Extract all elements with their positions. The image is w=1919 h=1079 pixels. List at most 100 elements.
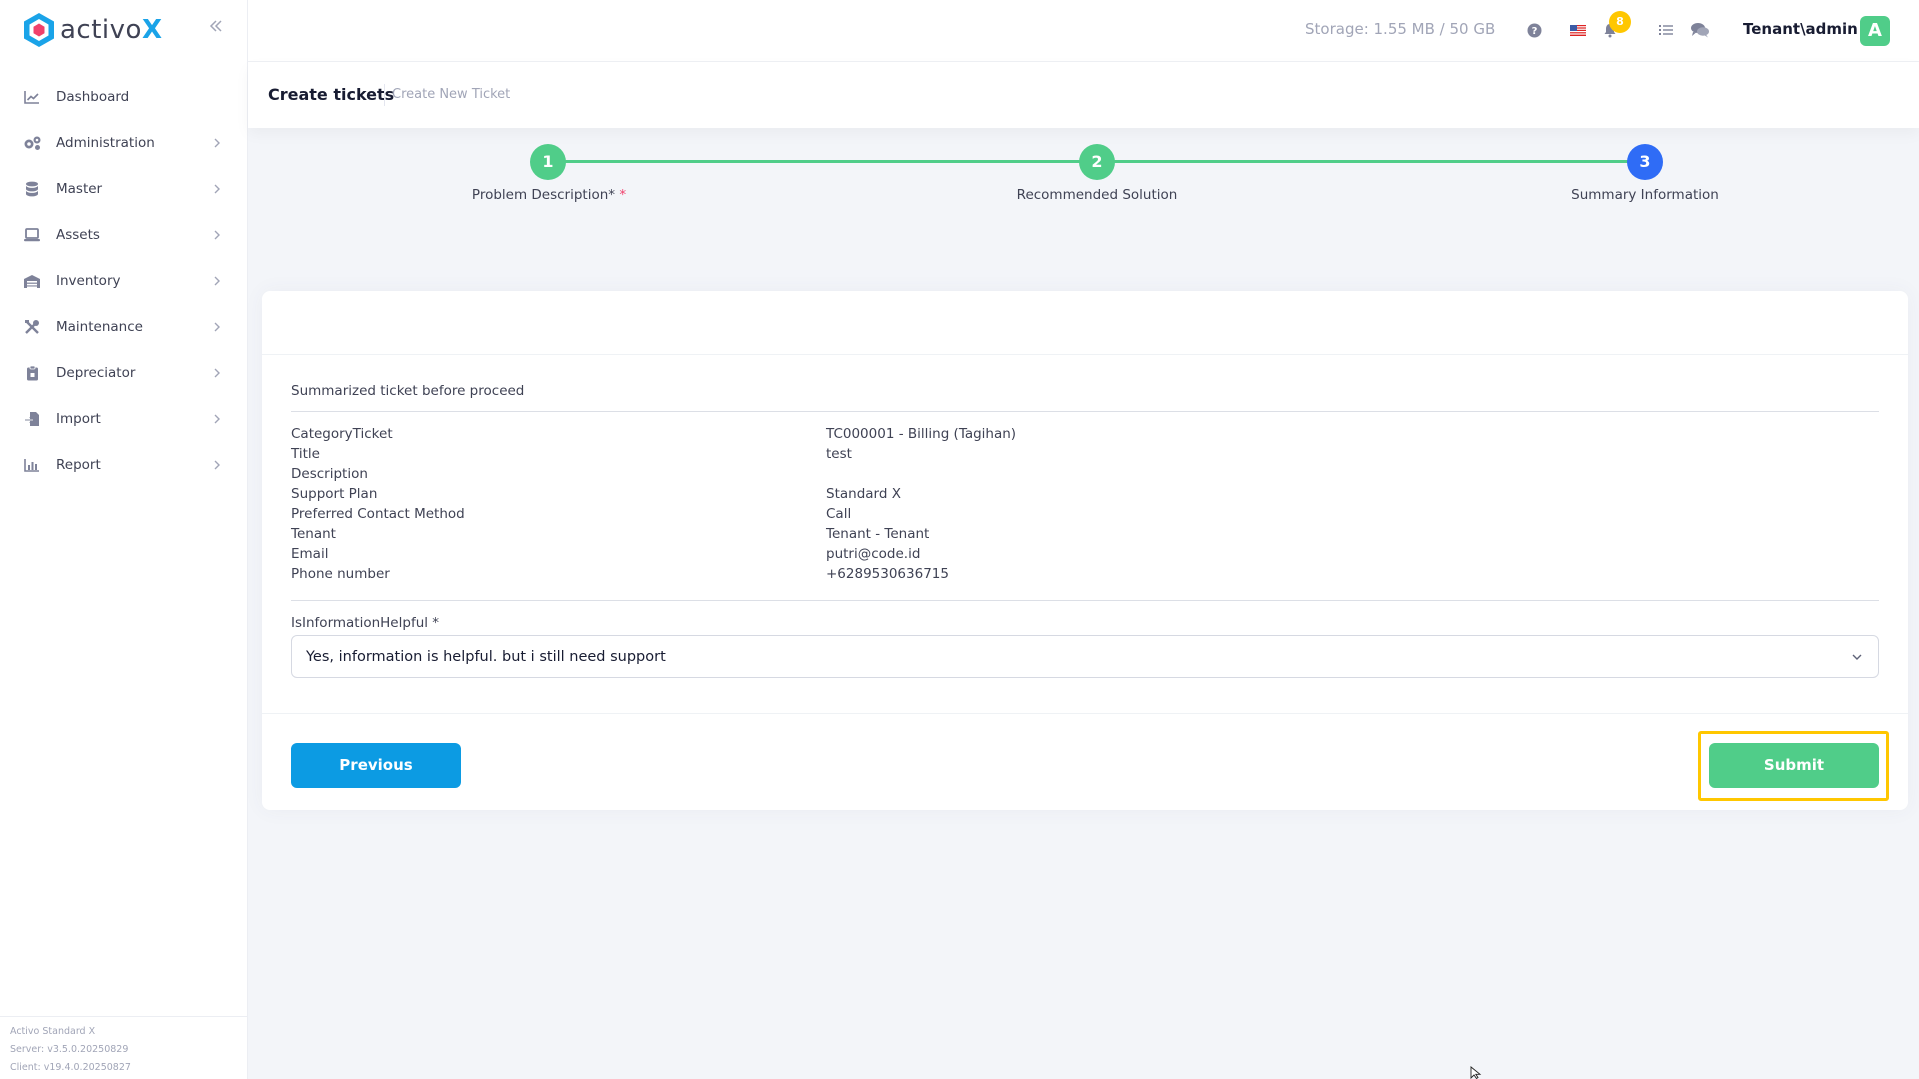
sidebar-item-master[interactable]: Master <box>0 166 247 212</box>
tools-icon <box>22 317 42 337</box>
activo-logo-icon <box>22 11 56 49</box>
sidebar-item-label: Maintenance <box>56 319 143 335</box>
chat-bubbles-icon <box>1691 23 1709 38</box>
step-2-circle[interactable]: 2 <box>1079 144 1115 180</box>
summary-table: CategoryTicket TC000001 - Billing (Tagih… <box>291 426 1879 586</box>
sidebar-item-depreciator[interactable]: Depreciator <box>0 350 247 396</box>
us-flag-icon <box>1570 24 1586 36</box>
sidebar-item-inventory[interactable]: Inventory <box>0 258 247 304</box>
server-version: Server: v3.5.0.20250829 <box>10 1044 129 1055</box>
sidebar-item-administration[interactable]: Administration <box>0 120 247 166</box>
helpful-label: IsInformationHelpful * <box>291 615 440 631</box>
chat-button[interactable] <box>1690 20 1710 40</box>
chart-line-icon <box>22 87 42 107</box>
double-chevron-left-icon <box>209 20 222 32</box>
breadcrumb-separator <box>384 84 385 106</box>
chevron-right-icon <box>214 138 220 148</box>
sidebar-item-label: Master <box>56 181 103 197</box>
table-row: Email putri@code.id <box>291 546 1879 566</box>
row-value: Call <box>826 506 852 522</box>
sidebar-item-report[interactable]: Report <box>0 442 247 488</box>
row-key: Email <box>291 546 329 562</box>
sidebar: activoX Dashboard Administration Master <box>0 0 248 1079</box>
help-button[interactable]: ? <box>1524 20 1544 40</box>
step-connector <box>549 160 1097 163</box>
wizard-stepper: 1 Problem Description* * 2 Recommended S… <box>248 128 1919 238</box>
table-row: Support Plan Standard X <box>291 486 1879 506</box>
chevron-right-icon <box>214 368 220 378</box>
row-value: TC000001 - Billing (Tagihan) <box>826 426 1017 442</box>
tasks-button[interactable] <box>1656 20 1676 40</box>
row-value: Tenant - Tenant <box>826 526 930 542</box>
database-icon <box>22 179 42 199</box>
card-footer: Previous Submit <box>262 713 1908 810</box>
file-import-icon <box>22 409 42 429</box>
chevron-right-icon <box>214 276 220 286</box>
client-version: Client: v19.4.0.20250827 <box>10 1062 131 1073</box>
row-value <box>826 466 1879 486</box>
row-value: Standard X <box>826 486 901 502</box>
row-key: CategoryTicket <box>291 426 393 442</box>
chevron-right-icon <box>214 460 220 470</box>
version-info: Activo Standard X Server: v3.5.0.2025082… <box>0 1016 248 1079</box>
step-3-circle[interactable]: 3 <box>1627 144 1663 180</box>
bar-chart-icon <box>22 455 42 475</box>
collapse-sidebar-button[interactable] <box>205 18 227 40</box>
submit-button[interactable]: Submit <box>1709 743 1879 788</box>
sidebar-item-import[interactable]: Import <box>0 396 247 442</box>
row-key: Title <box>291 446 320 462</box>
divider <box>291 600 1879 601</box>
row-key: Phone number <box>291 566 390 582</box>
sidebar-item-dashboard[interactable]: Dashboard <box>0 74 247 120</box>
sidebar-item-label: Inventory <box>56 273 121 289</box>
summary-card: Summarized ticket before proceed Categor… <box>262 291 1908 810</box>
question-circle-icon: ? <box>1527 23 1541 37</box>
chevron-right-icon <box>214 184 220 194</box>
row-value: test <box>826 446 852 462</box>
chevron-down-icon <box>1852 654 1862 660</box>
step-2-label: Recommended Solution <box>1016 187 1178 203</box>
clipboard-icon <box>22 363 42 383</box>
card-header <box>262 291 1908 355</box>
table-row: Description <box>291 466 1879 486</box>
row-key: Description <box>291 466 368 482</box>
step-connector <box>1097 160 1645 163</box>
row-key: Tenant <box>291 526 336 542</box>
table-row: Preferred Contact Method Call <box>291 506 1879 526</box>
language-button[interactable] <box>1568 20 1588 40</box>
sidebar-item-assets[interactable]: Assets <box>0 212 247 258</box>
user-name[interactable]: Tenant\admin <box>1743 20 1858 38</box>
row-key: Support Plan <box>291 486 378 502</box>
helpful-select[interactable]: Yes, information is helpful. but i still… <box>291 635 1879 678</box>
sidebar-item-label: Import <box>56 411 101 427</box>
row-value: putri@code.id <box>826 546 921 562</box>
chevron-right-icon <box>214 230 220 240</box>
step-1-circle[interactable]: 1 <box>530 144 566 180</box>
sidebar-item-label: Depreciator <box>56 365 136 381</box>
avatar[interactable]: A <box>1860 16 1890 46</box>
page-title: Create tickets <box>268 85 395 104</box>
summary-body: Summarized ticket before proceed Categor… <box>291 383 1879 678</box>
summary-heading: Summarized ticket before proceed <box>291 383 525 399</box>
sidebar-menu: Dashboard Administration Master Assets I… <box>0 74 247 488</box>
gears-icon <box>22 133 42 153</box>
sidebar-item-maintenance[interactable]: Maintenance <box>0 304 247 350</box>
chevron-right-icon <box>214 322 220 332</box>
previous-button[interactable]: Previous <box>291 743 461 788</box>
top-header: Storage: 1.55 MB / 50 GB ? 8 Tenant\admi… <box>248 0 1919 62</box>
breadcrumb: Create New Ticket <box>392 87 511 102</box>
chevron-right-icon <box>214 414 220 424</box>
sidebar-item-label: Assets <box>56 227 100 243</box>
table-row: CategoryTicket TC000001 - Billing (Tagih… <box>291 426 1879 446</box>
laptop-icon <box>22 225 42 245</box>
divider <box>291 411 1879 412</box>
table-row: Title test <box>291 446 1879 466</box>
brand-name: activoX <box>60 15 163 45</box>
row-key: Preferred Contact Method <box>291 506 465 522</box>
step-3-label: Summary Information <box>1571 187 1719 203</box>
sidebar-item-label: Dashboard <box>56 89 130 105</box>
helpful-selected-value: Yes, information is helpful. but i still… <box>306 648 666 665</box>
storage-usage: Storage: 1.55 MB / 50 GB <box>1305 20 1496 38</box>
notification-count-badge: 8 <box>1609 11 1631 33</box>
sidebar-item-label: Administration <box>56 135 155 151</box>
